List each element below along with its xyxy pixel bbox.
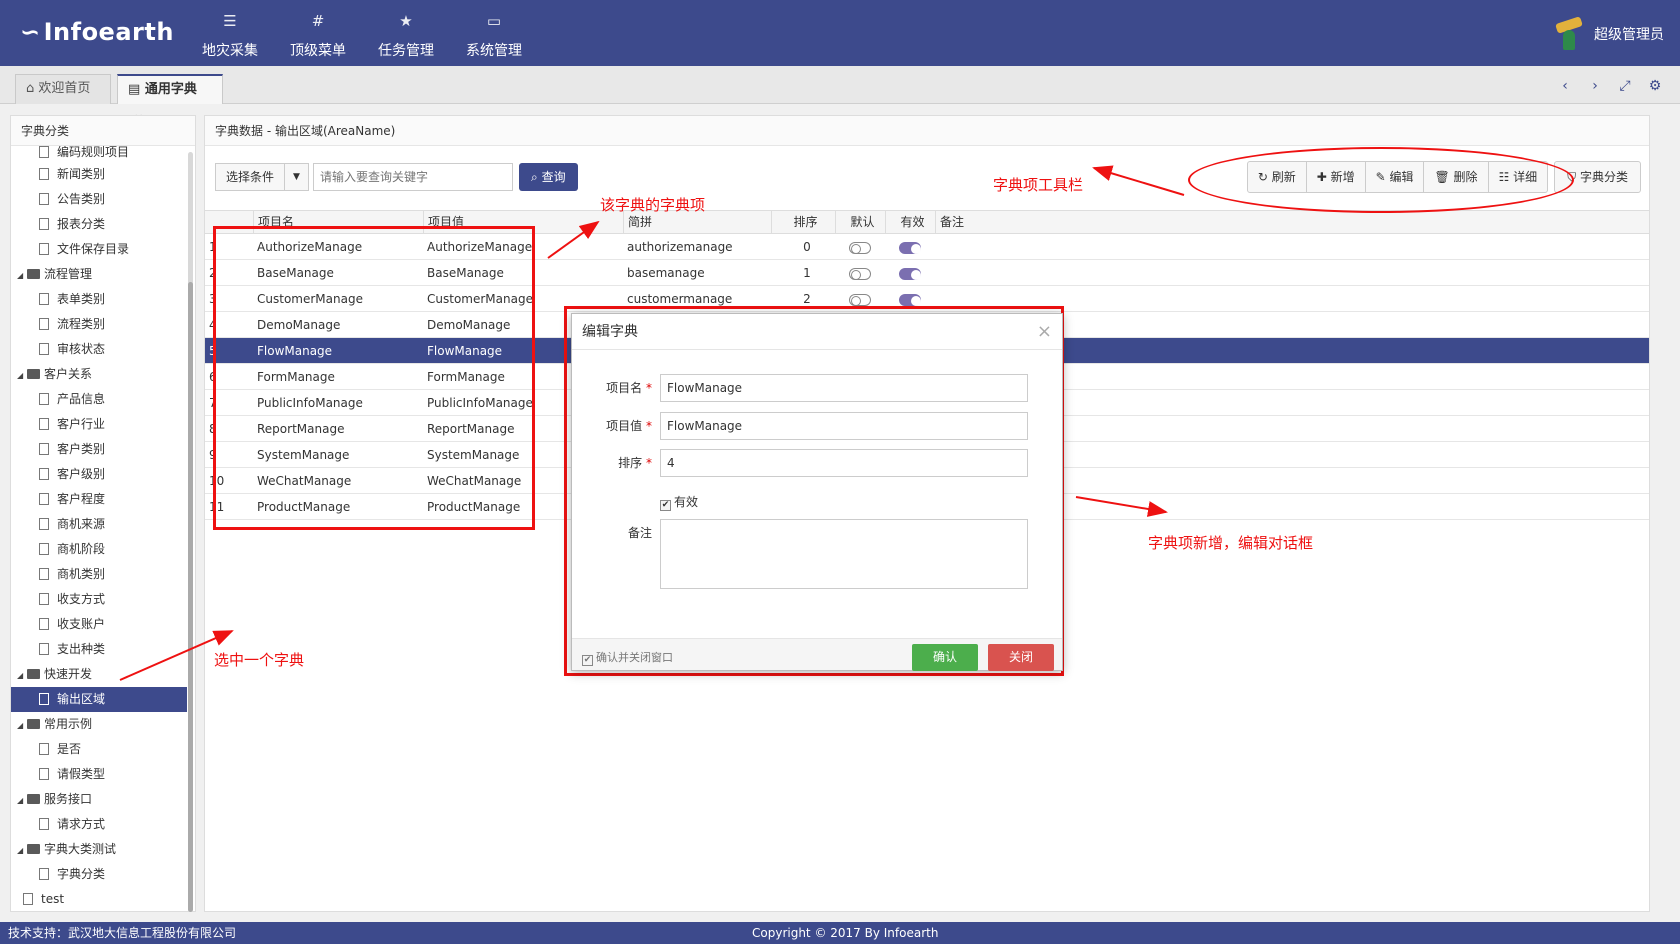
dialog-arrow bbox=[1075, 496, 1168, 517]
value-field[interactable]: FlowManage bbox=[660, 412, 1028, 440]
footer: 技术支持：武汉地大信息工程股份有限公司 Copyright © 2017 By … bbox=[0, 922, 1680, 944]
name-row: 项目名 * FlowManage bbox=[572, 374, 1064, 402]
edit-dictionary-dialog: 编辑字典 × 项目名 * FlowManage 项目值 * FlowManage… bbox=[571, 313, 1063, 671]
select-arrow bbox=[119, 630, 234, 681]
copyright-text: Copyright © 2017 By Infoearth bbox=[752, 926, 939, 940]
name-label: 项目名 * bbox=[606, 381, 652, 395]
remark-textarea[interactable] bbox=[660, 519, 1028, 589]
valid-row: ✔ 有效 bbox=[572, 488, 1064, 516]
items-arrow bbox=[547, 220, 600, 259]
support-text: 技术支持：武汉地大信息工程股份有限公司 bbox=[8, 926, 237, 940]
valid-checkbox[interactable]: ✔ 有效 bbox=[660, 488, 698, 516]
check-icon: ✔ bbox=[582, 655, 593, 666]
dialog-title: 编辑字典 bbox=[582, 324, 638, 340]
sort-label: 排序 * bbox=[618, 456, 652, 470]
confirm-button[interactable]: 确认 bbox=[912, 644, 978, 671]
sort-field[interactable]: 4 bbox=[660, 449, 1028, 477]
value-label: 项目值 * bbox=[606, 419, 652, 433]
value-row: 项目值 * FlowManage bbox=[572, 412, 1064, 440]
check-icon: ✔ bbox=[660, 500, 671, 511]
close-icon[interactable]: × bbox=[1037, 314, 1052, 350]
remark-row: 备注 bbox=[572, 519, 1064, 589]
keep-open-checkbox[interactable]: ✔ 确认并关闭窗口 bbox=[582, 649, 673, 666]
dialog-header: 编辑字典 × bbox=[572, 314, 1062, 350]
name-field[interactable]: FlowManage bbox=[660, 374, 1028, 402]
sort-row: 排序 * 4 bbox=[572, 449, 1064, 477]
close-button[interactable]: 关闭 bbox=[988, 644, 1054, 671]
dialog-footer: ✔ 确认并关闭窗口 确认 关闭 bbox=[572, 638, 1062, 671]
toolbar-arrow bbox=[1092, 165, 1185, 196]
remark-label: 备注 bbox=[627, 526, 652, 540]
